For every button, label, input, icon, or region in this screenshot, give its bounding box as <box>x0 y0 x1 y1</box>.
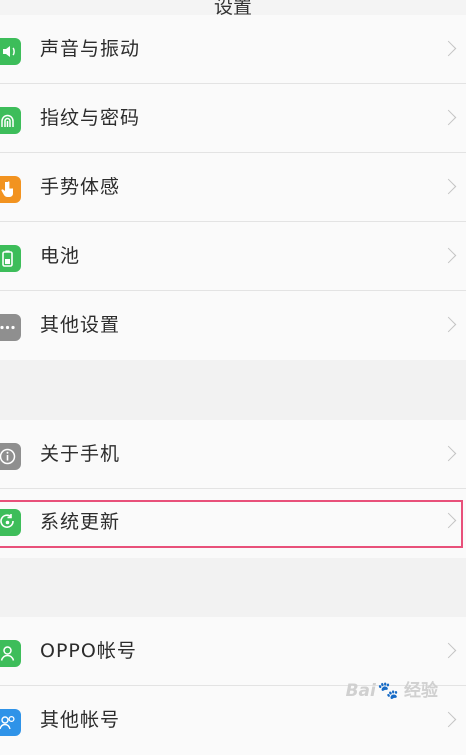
info-icon <box>0 443 21 470</box>
settings-row-other-settings[interactable]: 其他设置 <box>0 291 466 360</box>
settings-row-sound-vibration[interactable]: 声音与振动 <box>0 15 466 84</box>
chevron-right-icon <box>440 178 457 195</box>
settings-row-label: 其他帐号 <box>40 709 121 731</box>
settings-row-label: 系统更新 <box>40 511 121 533</box>
settings-row-label: 电池 <box>40 245 81 267</box>
settings-row-gesture-motion[interactable]: 手势体感 <box>0 153 466 222</box>
chevron-right-icon <box>440 642 457 659</box>
chevron-right-icon <box>440 40 457 57</box>
account-icon <box>0 640 21 667</box>
watermark-suffix: 经验 <box>404 681 438 701</box>
settings-row-about-phone[interactable]: 关于手机 <box>0 420 466 489</box>
settings-row-label: OPPO帐号 <box>40 640 137 662</box>
settings-group-1: 声音与振动 指纹与密码 手势体感 电池 其他设置 <box>0 15 466 360</box>
watermark-brand: Bai <box>345 681 376 701</box>
chevron-right-icon <box>440 711 457 728</box>
settings-row-battery[interactable]: 电池 <box>0 222 466 291</box>
chevron-right-icon <box>440 512 457 529</box>
more-dots-icon <box>0 314 21 341</box>
chevron-right-icon <box>440 445 457 462</box>
settings-row-label: 指纹与密码 <box>40 107 141 129</box>
settings-row-label: 其他设置 <box>40 314 121 336</box>
settings-row-system-update[interactable]: 系统更新 <box>0 489 466 558</box>
settings-row-fingerprint-password[interactable]: 指纹与密码 <box>0 84 466 153</box>
chevron-right-icon <box>440 109 457 126</box>
paw-icon: 🐾 <box>377 681 399 701</box>
settings-row-label: 声音与振动 <box>40 38 141 60</box>
accounts-icon <box>0 709 21 736</box>
chevron-right-icon <box>440 316 457 333</box>
hand-gesture-icon <box>0 176 21 203</box>
chevron-right-icon <box>440 247 457 264</box>
settings-row-label: 关于手机 <box>40 443 121 465</box>
update-icon <box>0 509 21 536</box>
speaker-icon <box>0 38 21 65</box>
fingerprint-icon <box>0 107 21 134</box>
baidu-jingyan-watermark: Bai 🐾 经验 <box>346 676 438 702</box>
settings-row-label: 手势体感 <box>40 176 121 198</box>
battery-icon <box>0 245 21 272</box>
settings-group-2: 关于手机 系统更新 <box>0 420 466 558</box>
